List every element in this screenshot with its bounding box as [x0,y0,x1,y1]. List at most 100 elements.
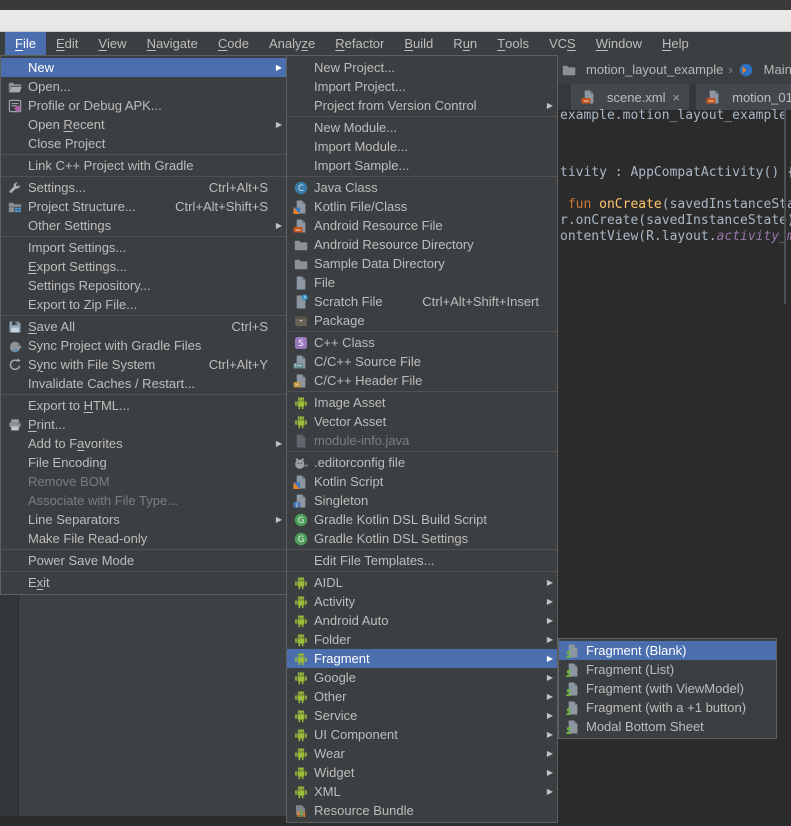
menu-item-activity[interactable]: Activity▶ [287,592,557,611]
menu-item-import-project[interactable]: Import Project... [287,77,557,96]
menu-item-fragment-list[interactable]: Fragment (List) [559,660,776,679]
menubar-item-run[interactable]: Run [443,32,487,55]
menu-item-file[interactable]: File [287,273,557,292]
menubar-item-vcs[interactable]: VCS [539,32,586,55]
menu-item-sample-data-directory[interactable]: Sample Data Directory [287,254,557,273]
menu-item-kotlin-script[interactable]: Kotlin Script [287,472,557,491]
editor-scrollbar[interactable] [784,108,786,304]
menu-item-open[interactable]: Open... [1,77,286,96]
menu-item-profile-or-debug-apk[interactable]: Profile or Debug APK... [1,96,286,115]
menu-item-other[interactable]: Other▶ [287,687,557,706]
menu-item-c-class[interactable]: SC++ Class [287,333,557,352]
menu-item-fragment-with-a-1-button[interactable]: Fragment (with a +1 button) [559,698,776,717]
menu-item-package[interactable]: Package [287,311,557,330]
no-icon [6,158,23,174]
menu-item-export-to-zip-file[interactable]: Export to Zip File... [1,295,286,314]
menubar-item-file[interactable]: File [5,32,46,55]
breadcrumb-item-mainac[interactable]: MainAc [738,62,791,78]
menu-separator [1,236,286,237]
singleton-icon: J [292,493,309,509]
menu-item-import-sample[interactable]: Import Sample... [287,156,557,175]
menu-item-java-class[interactable]: CJava Class [287,178,557,197]
menu-item-c-c-source-file[interactable]: C++C/C++ Source File [287,352,557,371]
menu-item-gradle-kotlin-dsl-build-script[interactable]: GGradle Kotlin DSL Build Script [287,510,557,529]
menu-item-export-to-html[interactable]: Export to HTML... [1,396,286,415]
menu-item-fragment-blank[interactable]: Fragment (Blank) [559,641,776,660]
editor-tab-motion-01-cl[interactable]: <>motion_01_cl_ [696,84,791,110]
menu-item-import-module[interactable]: Import Module... [287,137,557,156]
menu-item-new-project[interactable]: New Project... [287,58,557,77]
no-icon [6,531,23,547]
menu-item-scratch-file[interactable]: Scratch FileCtrl+Alt+Shift+Insert [287,292,557,311]
menubar-item-navigate[interactable]: Navigate [137,32,208,55]
menu-item-service[interactable]: Service▶ [287,706,557,725]
menu-item-google[interactable]: Google▶ [287,668,557,687]
menu-item-line-separators[interactable]: Line Separators▶ [1,510,286,529]
menu-item-make-file-read-only[interactable]: Make File Read-only [1,529,286,548]
menu-item-invalidate-caches-restart[interactable]: Invalidate Caches / Restart... [1,374,286,393]
menu-item-settings-repository[interactable]: Settings Repository... [1,276,286,295]
menu-item-wear[interactable]: Wear▶ [287,744,557,763]
code-segment: example.motion_layout_example [560,108,787,123]
menu-item-sync-with-file-system[interactable]: Sync with File SystemCtrl+Alt+Y [1,355,286,374]
menu-item-resource-bundle[interactable]: Resource Bundle [287,801,557,820]
menubar-item-code[interactable]: Code [208,32,259,55]
menu-item-singleton[interactable]: JSingleton [287,491,557,510]
menu-item-exit[interactable]: Exit [1,573,286,592]
menu-item-image-asset[interactable]: Image Asset [287,393,557,412]
menu-item-project-structure[interactable]: Project Structure...Ctrl+Alt+Shift+S [1,197,286,216]
menu-item-c-c-header-file[interactable]: HC/C++ Header File [287,371,557,390]
no-icon [6,117,23,133]
menu-item-android-resource-file[interactable]: <>Android Resource File [287,216,557,235]
menubar-item-edit[interactable]: Edit [46,32,88,55]
menu-item-save-all[interactable]: Save AllCtrl+S [1,317,286,336]
menubar-item-analyze[interactable]: Analyze [259,32,325,55]
menu-item-ui-component[interactable]: UI Component▶ [287,725,557,744]
fragment-submenu-popup: Fragment (Blank)Fragment (List)Fragment … [558,638,777,739]
menu-item-vector-asset[interactable]: Vector Asset [287,412,557,431]
menu-item-add-to-favorites[interactable]: Add to Favorites▶ [1,434,286,453]
menu-item-label: C/C++ Source File [314,354,421,369]
menu-item-link-c-project-with-gradle[interactable]: Link C++ Project with Gradle [1,156,286,175]
menubar-item-build[interactable]: Build [394,32,443,55]
menubar-item-help[interactable]: Help [652,32,699,55]
menu-item-modal-bottom-sheet[interactable]: Modal Bottom Sheet [559,717,776,736]
menu-item-close-project[interactable]: Close Project [1,134,286,153]
menu-item-folder[interactable]: Folder▶ [287,630,557,649]
menu-item-project-from-version-control[interactable]: Project from Version Control▶ [287,96,557,115]
menu-item-label: C++ Class [314,335,375,350]
menu-item-fragment-with-viewmodel[interactable]: Fragment (with ViewModel) [559,679,776,698]
menu-item-export-settings[interactable]: Export Settings... [1,257,286,276]
menu-item-android-auto[interactable]: Android Auto▶ [287,611,557,630]
menu-item-print[interactable]: Print... [1,415,286,434]
menubar-item-window[interactable]: Window [586,32,652,55]
breadcrumb-item-motion-layout-example[interactable]: motion_layout_example [560,62,723,78]
menu-item-open-recent[interactable]: Open Recent▶ [1,115,286,134]
menubar-item-refactor[interactable]: Refactor [325,32,394,55]
menu-item-settings[interactable]: Settings...Ctrl+Alt+S [1,178,286,197]
menu-item-new[interactable]: New▶ [1,58,286,77]
menu-item-aidl[interactable]: AIDL▶ [287,573,557,592]
menu-item-new-module[interactable]: New Module... [287,118,557,137]
menu-item-kotlin-file-class[interactable]: Kotlin File/Class [287,197,557,216]
tab-close-icon[interactable]: × [673,90,681,105]
menu-item-gradle-kotlin-dsl-settings[interactable]: GGradle Kotlin DSL Settings [287,529,557,548]
menubar-item-view[interactable]: View [88,32,136,55]
menu-item-android-resource-directory[interactable]: Android Resource Directory [287,235,557,254]
menu-item-import-settings[interactable]: Import Settings... [1,238,286,257]
menu-item-other-settings[interactable]: Other Settings▶ [1,216,286,235]
menu-item-edit-file-templates[interactable]: Edit File Templates... [287,551,557,570]
menu-item-sync-project-with-gradle-files[interactable]: Sync Project with Gradle Files [1,336,286,355]
menubar-item-tools[interactable]: Tools [487,32,539,55]
svg-text:<>: <> [583,99,589,104]
menu-item-power-save-mode[interactable]: Power Save Mode [1,551,286,570]
fragment-file-icon [564,719,581,735]
menu-item-widget[interactable]: Widget▶ [287,763,557,782]
menu-item-shortcut: Ctrl+Alt+Shift+Insert [422,294,539,309]
no-icon [6,553,23,569]
editor-tab-scene-xml[interactable]: <>scene.xml× [571,84,689,110]
menu-item-fragment[interactable]: Fragment▶ [287,649,557,668]
menu-item-xml[interactable]: XML▶ [287,782,557,801]
menu-item-editorconfig-file[interactable]: .editorconfig file [287,453,557,472]
menu-item-file-encoding[interactable]: File Encoding [1,453,286,472]
